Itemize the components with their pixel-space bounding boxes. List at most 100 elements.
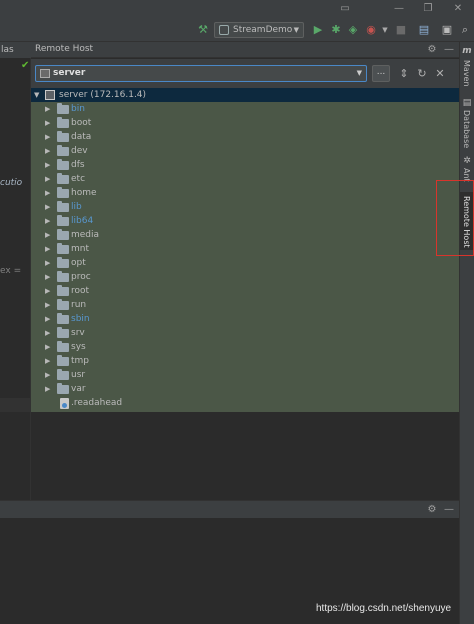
coverage-icon[interactable]: ◈: [346, 23, 360, 37]
editor-area: las ✔ cutio ex =: [0, 42, 31, 500]
chevron-right-icon[interactable]: ▶: [45, 172, 50, 186]
tree-item[interactable]: ▶ var: [31, 382, 459, 396]
chevron-right-icon[interactable]: ▶: [45, 284, 50, 298]
collapse-icon[interactable]: ⇕: [397, 67, 411, 81]
refresh-icon[interactable]: ↻: [415, 67, 429, 81]
chevron-right-icon[interactable]: ▶: [45, 242, 50, 256]
tree-item-label: sys: [71, 342, 86, 352]
tree-item[interactable]: ▶ data: [31, 130, 459, 144]
run-configuration-select[interactable]: StreamDemo ▼: [214, 22, 304, 38]
tree-root-label: server (172.16.1.4): [59, 90, 147, 100]
terminal-icon[interactable]: ▣: [440, 23, 454, 37]
tree-item[interactable]: .readahead: [31, 396, 459, 410]
check-icon: ✔: [21, 60, 30, 71]
tree-item-label: run: [71, 300, 87, 310]
tree-item-label: dfs: [71, 160, 85, 170]
folder-icon: [57, 159, 69, 170]
tree-item[interactable]: ▶ lib: [31, 200, 459, 214]
current-line-highlight: [0, 398, 31, 412]
tree-item-label: mnt: [71, 244, 89, 254]
tree-item[interactable]: ▶ bin: [31, 102, 459, 116]
code-fragment: ex =: [0, 266, 22, 276]
run-icon[interactable]: ▶: [311, 23, 325, 37]
folder-icon: [57, 131, 69, 142]
chevron-right-icon[interactable]: ▶: [45, 340, 50, 354]
tab-maven[interactable]: m Maven: [460, 44, 474, 90]
hide-icon[interactable]: —: [442, 43, 456, 57]
folder-icon: [57, 145, 69, 156]
tree-item[interactable]: ▶ dev: [31, 144, 459, 158]
stop-icon[interactable]: ■: [394, 23, 408, 37]
chevron-right-icon[interactable]: ▶: [45, 144, 50, 158]
chevron-right-icon[interactable]: ▶: [45, 256, 50, 270]
tree-item[interactable]: ▶ boot: [31, 116, 459, 130]
tree-item-label: lib: [71, 202, 82, 212]
tree-item[interactable]: ▶ mnt: [31, 242, 459, 256]
tree-item[interactable]: ▶ sbin: [31, 312, 459, 326]
tree-item[interactable]: ▶ proc: [31, 270, 459, 284]
server-icon: [45, 90, 55, 100]
window-title-bar: ▭ — ❐ ✕: [0, 0, 474, 18]
tree-item[interactable]: ▶ root: [31, 284, 459, 298]
file-icon: [60, 398, 69, 409]
project-structure-icon[interactable]: ▤: [417, 23, 431, 37]
editor-tab[interactable]: las: [0, 42, 31, 58]
chevron-right-icon[interactable]: ▶: [45, 158, 50, 172]
minimize-icon[interactable]: —: [392, 2, 406, 16]
chevron-right-icon[interactable]: ▶: [45, 298, 50, 312]
folder-icon: [57, 369, 69, 380]
tree-item[interactable]: ▶ etc: [31, 172, 459, 186]
chevron-right-icon[interactable]: ▶: [45, 368, 50, 382]
main-toolbar: ⚒ StreamDemo ▼ ▶ ✱ ◈ ◉ ▼ ■ ▤ ▣ ⌕: [0, 18, 474, 42]
profile-dropdown-icon[interactable]: ▼: [378, 23, 392, 37]
chevron-right-icon[interactable]: ▶: [45, 186, 50, 200]
chevron-down-icon[interactable]: ▼: [34, 88, 39, 102]
browse-button[interactable]: ...: [372, 65, 390, 82]
tree-item-label: home: [71, 188, 97, 198]
close-icon[interactable]: ✕: [433, 67, 447, 81]
tree-item[interactable]: ▶ srv: [31, 326, 459, 340]
chevron-right-icon[interactable]: ▶: [45, 354, 50, 368]
restore-icon[interactable]: ❐: [421, 2, 435, 16]
tree-item[interactable]: ▶ home: [31, 186, 459, 200]
chevron-right-icon[interactable]: ▶: [45, 116, 50, 130]
tree-item-label: .readahead: [71, 398, 123, 408]
chevron-right-icon[interactable]: ▶: [45, 312, 50, 326]
server-select[interactable]: server ▼: [35, 65, 367, 82]
profile-icon[interactable]: ◉: [364, 23, 378, 37]
tab-maven-label: Maven: [462, 60, 471, 87]
tree-item-label: proc: [71, 272, 91, 282]
run-config-label: StreamDemo: [233, 25, 293, 35]
remote-file-tree: ▼ server (172.16.1.4) ▶ bin ▶ boot ▶ data ▶ dev…: [31, 88, 459, 412]
chevron-right-icon[interactable]: ▶: [45, 270, 50, 284]
folder-icon: [57, 201, 69, 212]
gear-icon[interactable]: ⚙: [425, 43, 439, 57]
close-window-icon[interactable]: ✕: [451, 2, 465, 16]
chevron-right-icon[interactable]: ▶: [45, 102, 50, 116]
tree-root-row[interactable]: ▼ server (172.16.1.4): [31, 88, 459, 102]
chevron-right-icon[interactable]: ▶: [45, 382, 50, 396]
debug-icon[interactable]: ✱: [329, 23, 343, 37]
tree-item[interactable]: ▶ lib64: [31, 214, 459, 228]
tab-database[interactable]: ▤ Database: [460, 96, 474, 154]
hammer-icon[interactable]: ⚒: [196, 23, 210, 37]
gear-icon[interactable]: ⚙: [425, 503, 439, 517]
tree-item-label: lib64: [71, 216, 94, 226]
search-everywhere-icon[interactable]: ⌕: [458, 23, 472, 37]
tree-item[interactable]: ▶ sys: [31, 340, 459, 354]
chevron-right-icon[interactable]: ▶: [45, 214, 50, 228]
tree-item[interactable]: ▶ media: [31, 228, 459, 242]
tree-item[interactable]: ▶ usr: [31, 368, 459, 382]
tree-item[interactable]: ▶ run: [31, 298, 459, 312]
remote-host-header: Remote Host ⚙ —: [31, 42, 459, 58]
run-config-icon: [219, 25, 229, 35]
right-tool-strip: m Maven ▤ Database ✲ Ant Remote Host: [459, 42, 474, 624]
tree-item[interactable]: ▶ dfs: [31, 158, 459, 172]
chevron-right-icon[interactable]: ▶: [45, 326, 50, 340]
tree-item[interactable]: ▶ opt: [31, 256, 459, 270]
tree-item[interactable]: ▶ tmp: [31, 354, 459, 368]
chevron-right-icon[interactable]: ▶: [45, 200, 50, 214]
hide-icon[interactable]: —: [442, 503, 456, 517]
chevron-right-icon[interactable]: ▶: [45, 130, 50, 144]
chevron-right-icon[interactable]: ▶: [45, 228, 50, 242]
